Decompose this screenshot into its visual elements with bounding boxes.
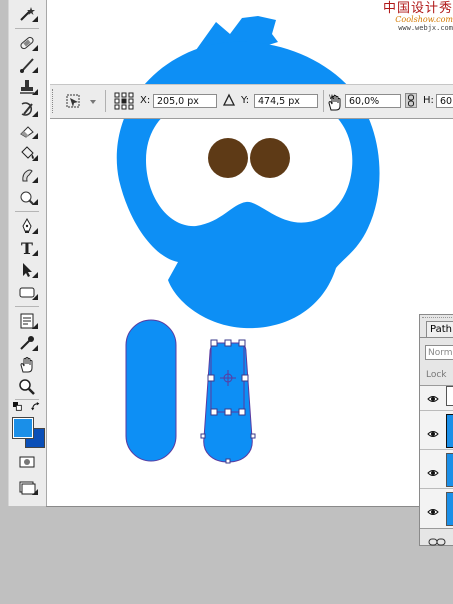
blend-mode-value: Norm <box>428 348 453 358</box>
reference-grid-icon <box>114 92 134 110</box>
transform-handle[interactable] <box>210 408 218 416</box>
panel-grip <box>422 317 452 320</box>
reference-point-locator[interactable] <box>114 92 134 110</box>
options-separator <box>105 90 106 112</box>
layer-row[interactable] <box>420 386 453 411</box>
artwork <box>116 16 380 464</box>
zoom-tool[interactable] <box>15 377 39 397</box>
left-leg-shape[interactable] <box>125 319 177 462</box>
tab-paths[interactable]: Path <box>426 321 453 337</box>
x-label: X: <box>140 95 151 106</box>
anchor-point[interactable] <box>250 433 256 439</box>
tools-panel: T <box>8 0 47 506</box>
svg-text:W: W <box>329 94 335 101</box>
foreground-color-swatch[interactable] <box>12 417 34 439</box>
height-scale-field[interactable]: 60 <box>436 94 453 108</box>
watermark-line2: Coolshow.com <box>395 15 453 24</box>
quick-mask-button[interactable] <box>15 452 39 472</box>
tool-preset-picker[interactable] <box>64 92 98 110</box>
transform-handle[interactable] <box>238 408 246 416</box>
y-label: Y: <box>241 95 250 106</box>
width-scale-field[interactable]: 60,0% <box>345 94 401 108</box>
healing-brush-tool[interactable] <box>15 33 39 53</box>
link-proportions-button[interactable] <box>405 93 417 108</box>
layer-thumbnail <box>446 453 453 487</box>
pen-tool[interactable] <box>15 216 39 236</box>
left-eye <box>208 138 248 178</box>
options-separator <box>323 90 324 112</box>
layers-panel: Path Norm Lock <box>419 314 453 546</box>
lock-row: Lock <box>426 370 447 380</box>
relative-position-icon[interactable] <box>222 93 236 107</box>
hand-tool[interactable] <box>15 355 39 375</box>
transform-handle[interactable] <box>224 408 232 416</box>
notes-tool[interactable] <box>15 311 39 331</box>
layer-thumbnail <box>446 386 453 406</box>
scrubby-hand-icon[interactable]: W <box>326 93 344 111</box>
panel-body-top <box>420 337 453 338</box>
lock-label: Lock <box>426 370 447 380</box>
transform-handle[interactable] <box>210 339 218 347</box>
anchor-point[interactable] <box>200 433 206 439</box>
eyedropper-tool[interactable] <box>15 333 39 353</box>
link-layers-button[interactable] <box>428 531 446 550</box>
rectangle-tool[interactable] <box>15 282 39 302</box>
clone-stamp-tool[interactable] <box>15 77 39 97</box>
right-eye <box>250 138 290 178</box>
eye-icon[interactable] <box>427 502 439 521</box>
history-brush-tool[interactable] <box>15 99 39 119</box>
layer-thumbnail <box>446 492 453 526</box>
layer-row[interactable] <box>420 450 453 489</box>
magnifier-icon <box>19 379 35 395</box>
site-watermark: 中国设计秀 Coolshow.com www.webjx.com <box>369 1 453 33</box>
path-selection-tool[interactable] <box>15 260 39 280</box>
anchor-point[interactable] <box>225 458 231 464</box>
transform-handle[interactable] <box>241 374 249 382</box>
dodge-tool[interactable] <box>15 187 39 207</box>
quick-mask-icon <box>19 456 35 468</box>
type-tool[interactable]: T <box>15 238 39 258</box>
eraser-tool[interactable] <box>15 121 39 141</box>
smudge-tool[interactable] <box>15 165 39 185</box>
tab-paths-label: Path <box>430 324 452 335</box>
default-colors-icon <box>13 402 22 411</box>
swap-arrow-icon <box>31 402 40 411</box>
canvas-border <box>46 506 453 507</box>
layer-row[interactable] <box>420 411 453 450</box>
transform-preset-icon <box>66 94 96 108</box>
watermark-line1: 中国设计秀 <box>382 1 453 16</box>
hand-icon <box>20 357 33 373</box>
chain-link-icon <box>408 94 414 107</box>
magic-wand-tool[interactable] <box>15 4 39 24</box>
eye-icon[interactable] <box>427 424 439 443</box>
eye-icon[interactable] <box>427 389 439 408</box>
paint-bucket-tool[interactable] <box>15 143 39 163</box>
transform-handle[interactable] <box>238 339 246 347</box>
layers-list <box>420 385 453 529</box>
y-position-field[interactable]: 474,5 px <box>254 94 318 108</box>
brush-tool[interactable] <box>15 55 39 75</box>
link-icon <box>428 538 446 546</box>
swap-colors-button[interactable] <box>30 400 42 414</box>
layer-thumbnail <box>446 414 453 448</box>
eye-icon[interactable] <box>427 463 439 482</box>
h-label: H: <box>423 95 434 106</box>
blend-mode-select[interactable]: Norm <box>425 345 453 360</box>
layer-row[interactable] <box>420 489 453 527</box>
transform-handle[interactable] <box>224 339 232 347</box>
x-position-field[interactable]: 205,0 px <box>153 94 217 108</box>
screen-mode-button[interactable] <box>15 477 39 497</box>
transform-options-bar: X: 205,0 px Y: 474,5 px W 60,0% H: 60 <box>50 84 453 119</box>
options-bar-grip[interactable] <box>52 89 56 113</box>
watermark-line3: www.webjx.com <box>398 24 453 32</box>
default-colors-button[interactable] <box>12 400 24 414</box>
transform-handle[interactable] <box>207 374 215 382</box>
